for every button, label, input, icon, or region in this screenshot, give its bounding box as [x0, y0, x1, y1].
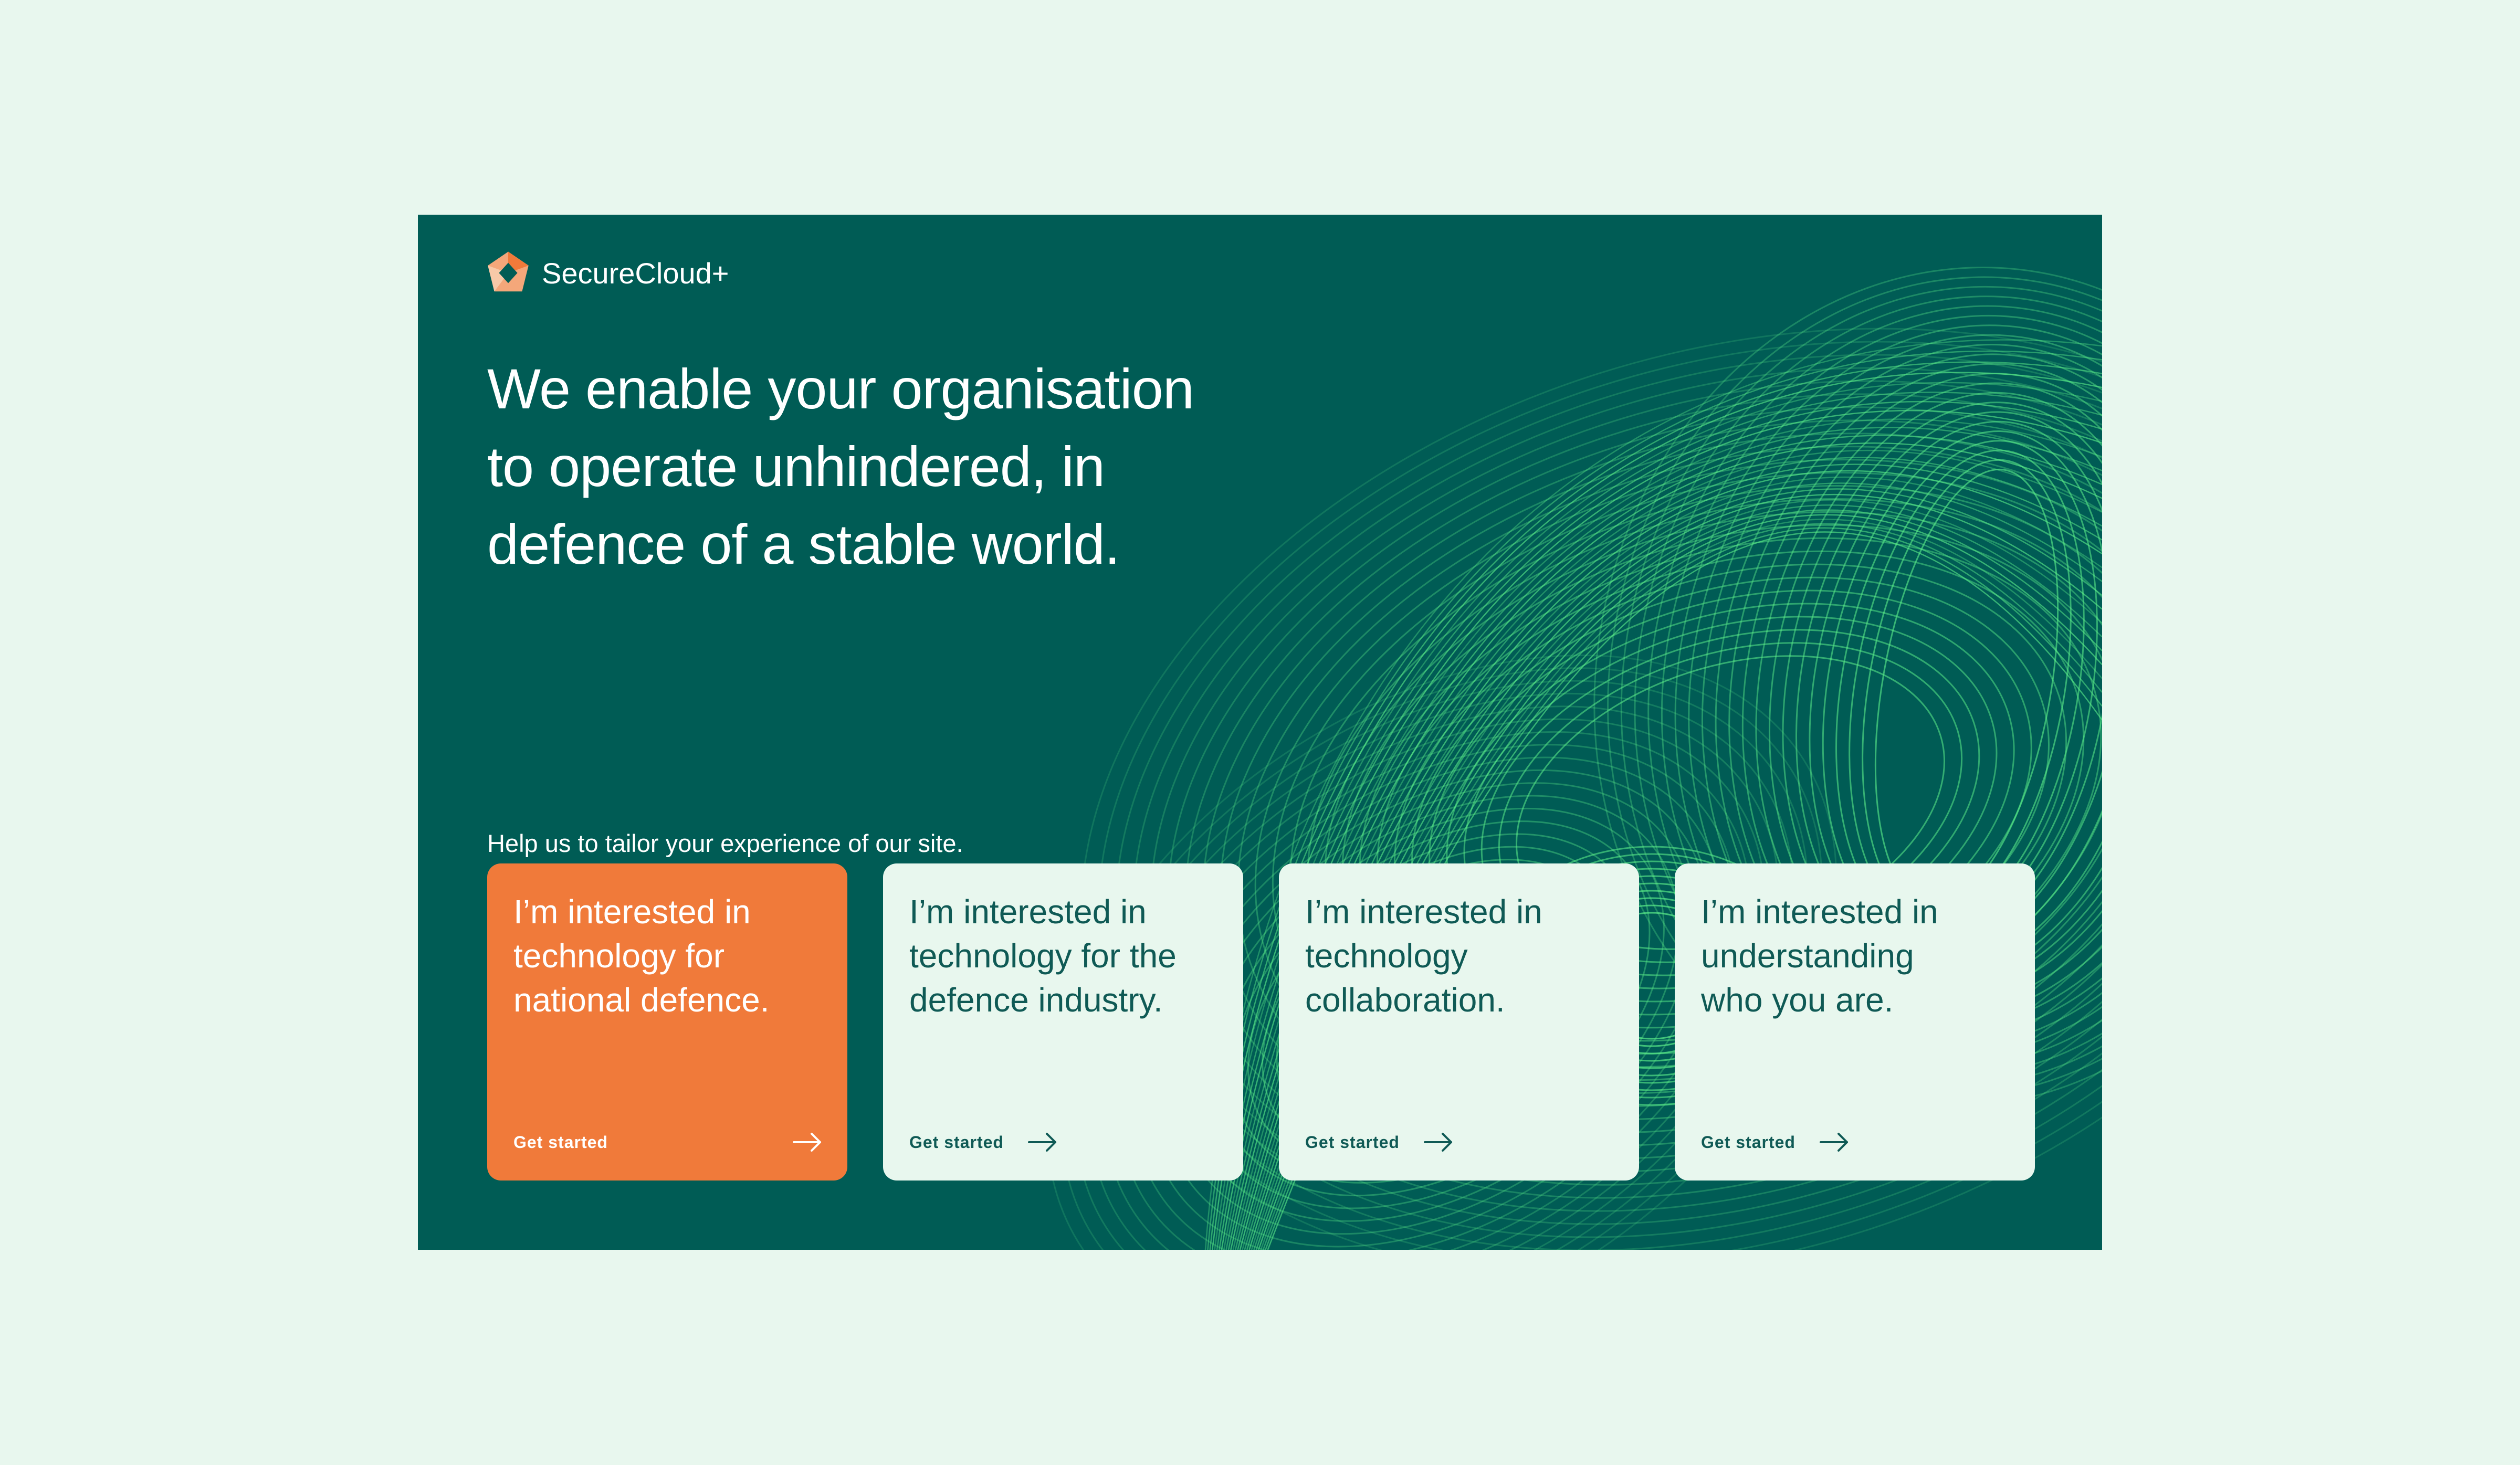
card-title-line: national defence.: [513, 981, 770, 1019]
card-title-line: I’m interested in: [1305, 893, 1542, 931]
arrow-right-icon: [1027, 1133, 1056, 1152]
card-national-defence[interactable]: I’m interested in technology for nationa…: [487, 863, 847, 1181]
brand-name: SecureCloud+: [542, 256, 729, 290]
card-defence-industry[interactable]: I’m interested in technology for the def…: [883, 863, 1243, 1181]
card-title-line: technology for the: [909, 937, 1177, 975]
card-title-line: who you are.: [1701, 981, 1894, 1019]
get-started-link[interactable]: Get started: [909, 1124, 1058, 1161]
arrow-right-icon: [1819, 1133, 1848, 1152]
get-started-label: Get started: [1305, 1132, 1400, 1152]
card-understanding-who-you-are[interactable]: I’m interested in understanding who you …: [1675, 863, 2035, 1181]
get-started-link[interactable]: Get started: [513, 1124, 823, 1161]
card-title: I’m interested in understanding who you …: [1701, 890, 2016, 1022]
card-title-line: collaboration.: [1305, 981, 1505, 1019]
card-title-line: technology for: [513, 937, 725, 975]
arrow-right-icon: [1423, 1133, 1452, 1152]
get-started-label: Get started: [513, 1132, 608, 1152]
get-started-label: Get started: [909, 1132, 1004, 1152]
card-title-line: understanding: [1701, 937, 1914, 975]
hero-headline: We enable your organisation to operate u…: [487, 350, 1248, 583]
get-started-link[interactable]: Get started: [1305, 1124, 1454, 1161]
get-started-label: Get started: [1701, 1132, 1796, 1152]
card-title-line: technology: [1305, 937, 1468, 975]
hero-headline-line: to operate unhindered, in: [487, 435, 1105, 498]
card-title: I’m interested in technology for nationa…: [513, 890, 828, 1022]
card-title: I’m interested in technology for the def…: [909, 890, 1224, 1022]
card-title-line: I’m interested in: [909, 893, 1147, 931]
hero-headline-line: defence of a stable world.: [487, 512, 1120, 576]
card-title-line: I’m interested in: [1701, 893, 1938, 931]
securecloud-logo-icon: [488, 251, 529, 292]
card-technology-collaboration[interactable]: I’m interested in technology collaborati…: [1279, 863, 1639, 1181]
hero-panel: SecureCloud+ We enable your organisation…: [418, 215, 2102, 1250]
arrow-right-icon: [793, 1133, 821, 1152]
card-title: I’m interested in technology collaborati…: [1305, 890, 1620, 1022]
brand-logo[interactable]: SecureCloud+: [485, 249, 729, 297]
hero-headline-line: We enable your organisation: [487, 357, 1194, 420]
card-title-line: I’m interested in: [513, 893, 751, 931]
hero-subline: Help us to tailor your experience of our…: [487, 829, 963, 857]
card-title-line: defence industry.: [909, 981, 1163, 1019]
get-started-link[interactable]: Get started: [1701, 1124, 1850, 1161]
